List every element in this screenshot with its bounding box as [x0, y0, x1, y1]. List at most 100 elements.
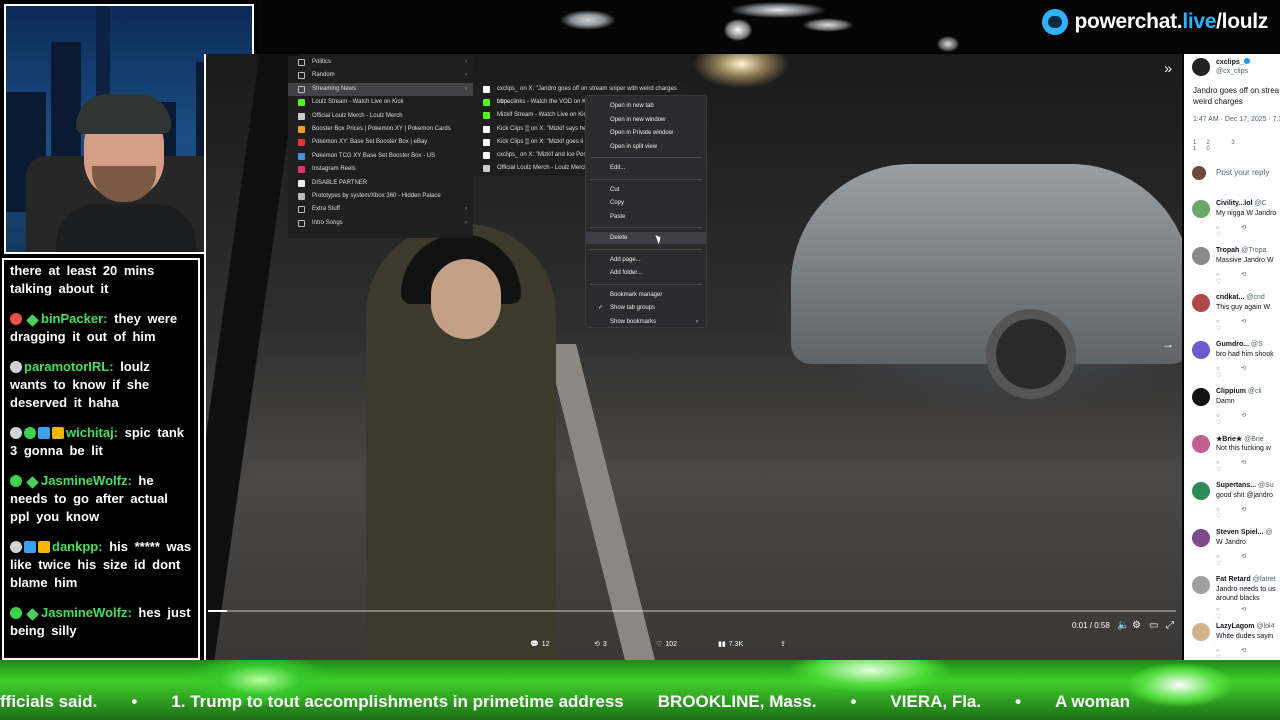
context-menu-item[interactable]: Open in new window [586, 114, 706, 126]
bookmark-item[interactable]: Pokémon TCG XY Base Set Booster Box - US [288, 150, 473, 163]
reply-button[interactable]: 💬 12 [530, 640, 550, 649]
reply-handle: @Tropa [1239, 247, 1267, 254]
chevron-right-icon: › [465, 59, 467, 65]
author-avatar[interactable] [1192, 58, 1210, 76]
reply-avatar[interactable] [1192, 435, 1210, 453]
context-menu-item[interactable]: Copy [586, 197, 706, 209]
context-menu-item[interactable]: Bookmark manager [586, 289, 706, 301]
menu-separator [590, 178, 702, 180]
views-button[interactable]: ▮▮ 7.3K [718, 640, 743, 649]
context-menu-item[interactable]: Open in split view [586, 141, 706, 153]
post-stats: 💬 12 ⟲ 3 ♡ 102 ▮▮ 7.3K ⇪ [206, 640, 1182, 654]
author-name[interactable]: cxclips_ [1216, 58, 1250, 66]
video-player[interactable]: Politics › Random › Streaming News › Loulz Str… [204, 54, 1182, 660]
streamer [56, 94, 196, 252]
reply-author[interactable]: Clippium @cli [1216, 388, 1262, 395]
reply-avatar[interactable] [1192, 200, 1210, 218]
context-menu-item[interactable]: Open in new tab [586, 100, 706, 112]
bookmark-item[interactable]: Extra Stuff › [288, 203, 473, 216]
reply-avatar[interactable] [1192, 341, 1210, 359]
context-menu-item[interactable]: Show bookmarks › [586, 316, 706, 328]
video-progress-bar[interactable] [208, 610, 1176, 612]
share-button[interactable]: ⇪ [780, 640, 786, 648]
reply-text: W Jandro [1216, 539, 1246, 546]
repost-button[interactable]: ⟲ 3 [594, 640, 607, 649]
reply-avatar[interactable] [1192, 529, 1210, 547]
submenu-label: Kick Clips ▒ on X: "Mizkif says he' [497, 125, 588, 132]
bookmark-item[interactable]: DISABLE PARTNER [288, 177, 473, 190]
bookmark-item[interactable]: Booster Box Prices | Pokemon XY | Pokemo… [288, 123, 473, 136]
reply-actions: ○ ⟲ ♡ [1216, 554, 1257, 567]
fullscreen-icon[interactable]: ⤢ [1166, 620, 1174, 631]
chat-username[interactable]: binPacker: [41, 311, 107, 326]
bookmark-item[interactable]: Instagram Reels [288, 163, 473, 176]
context-menu-item[interactable]: Paste [586, 211, 706, 223]
reply-author[interactable]: Steven Spiel... @ [1216, 529, 1273, 536]
bookmark-item[interactable]: Politics › [288, 56, 473, 69]
bookmark-item[interactable]: Loulz Stream - Watch Live on Kick [288, 96, 473, 109]
favicon-icon [483, 138, 490, 146]
ticker-item: 1. Trump to tout accomplishments in prim… [171, 692, 624, 711]
reply-avatar[interactable] [1192, 623, 1210, 641]
reply-author[interactable]: Tropah @Tropa [1216, 247, 1266, 254]
context-menu-item[interactable]: Cut [586, 184, 706, 196]
bookmark-label: DISABLE PARTNER [312, 179, 368, 186]
reply-avatar[interactable] [1192, 294, 1210, 312]
volume-icon[interactable]: 🔈 [1117, 620, 1129, 631]
chat-username[interactable]: JasmineWolfz: [41, 605, 132, 620]
reply-handle: @cnd [1244, 294, 1265, 301]
bookmark-item[interactable]: Pokémon XY: Base Set Booster Box | eBay [288, 136, 473, 149]
like-button[interactable]: ♡ 102 [656, 640, 677, 649]
chat-username[interactable]: paramotorIRL: [24, 359, 114, 374]
menu-separator [590, 283, 702, 285]
repost-count: 3 [602, 640, 607, 648]
reply-text: Massive Jandro W [1216, 257, 1274, 264]
reply-author[interactable]: Fat Retard @fatret [1216, 576, 1276, 583]
settings-icon[interactable]: ⚙ [1132, 620, 1141, 631]
reply-author[interactable]: Civility...lol @C [1216, 200, 1267, 207]
chat-message: JasmineWolfz: hes just being silly [10, 604, 192, 640]
reply-avatar[interactable] [1192, 388, 1210, 406]
bookmark-item[interactable]: Official Loulz Merch - Loulz Merch [288, 110, 473, 123]
author-name-text: cxclips_ [1216, 59, 1244, 66]
context-menu-item[interactable]: Add folder... [586, 267, 706, 279]
context-menu-label: Show bookmarks [610, 318, 657, 325]
reply-author[interactable]: LazyLagom @lol4 [1216, 623, 1274, 630]
reply-name: cndkat... [1216, 294, 1245, 301]
chat-username[interactable]: JasmineWolfz: [41, 473, 132, 488]
bookmark-item[interactable]: Prototypes by system/Xbox 360 - Hidden P… [288, 190, 473, 203]
context-menu-item[interactable]: Delete [586, 232, 706, 244]
views-icon: ▮▮ [718, 641, 726, 648]
reply-actions: ○ ⟲ ♡ [1216, 607, 1257, 620]
chat-username[interactable]: wichitaj: [66, 425, 118, 440]
bookmark-label: Random [312, 72, 335, 79]
context-menu-item[interactable]: Show tab groups ✓ [586, 302, 706, 314]
reply-author[interactable]: Gumdro... @S [1216, 341, 1263, 348]
reply-avatar[interactable] [1192, 576, 1210, 594]
pip-icon[interactable]: ▭ [1149, 620, 1158, 631]
bookmark-item[interactable]: Random › [288, 69, 473, 82]
context-menu-item[interactable]: Edit... [586, 162, 706, 174]
chat-username[interactable]: dankpp: [52, 539, 103, 554]
next-arrow-icon[interactable]: → [1162, 337, 1174, 351]
menu-separator [590, 157, 702, 158]
reply-author[interactable]: Supertans... @Su [1216, 482, 1274, 489]
reply-author[interactable]: ★Brie★ @Brie [1216, 435, 1264, 443]
collapse-panel-icon[interactable]: » [1164, 60, 1172, 76]
reply-input[interactable]: Post your reply [1216, 168, 1269, 177]
reply-actions: ○ ⟲ ♡ [1216, 272, 1257, 285]
reply-handle: @fatret [1250, 576, 1276, 583]
bookmark-label: Streaming News [312, 85, 357, 92]
bookmark-label: Instagram Reels [312, 166, 356, 173]
bookmark-item[interactable]: Intro Songs › [288, 217, 473, 230]
favicon-icon [483, 125, 490, 133]
context-menu-item[interactable]: Add page... [586, 254, 706, 266]
reply-author[interactable]: cndkat... @cnd [1216, 294, 1265, 301]
reply-avatar[interactable] [1192, 482, 1210, 500]
reply-avatar[interactable] [1192, 247, 1210, 265]
bookmark-label: Intro Songs [312, 219, 343, 226]
bookmark-item[interactable]: Streaming News › [288, 82, 473, 96]
context-menu-item[interactable]: Open in Private window [586, 127, 706, 139]
favicon-icon [298, 126, 305, 133]
user-badge-icon [52, 427, 64, 439]
